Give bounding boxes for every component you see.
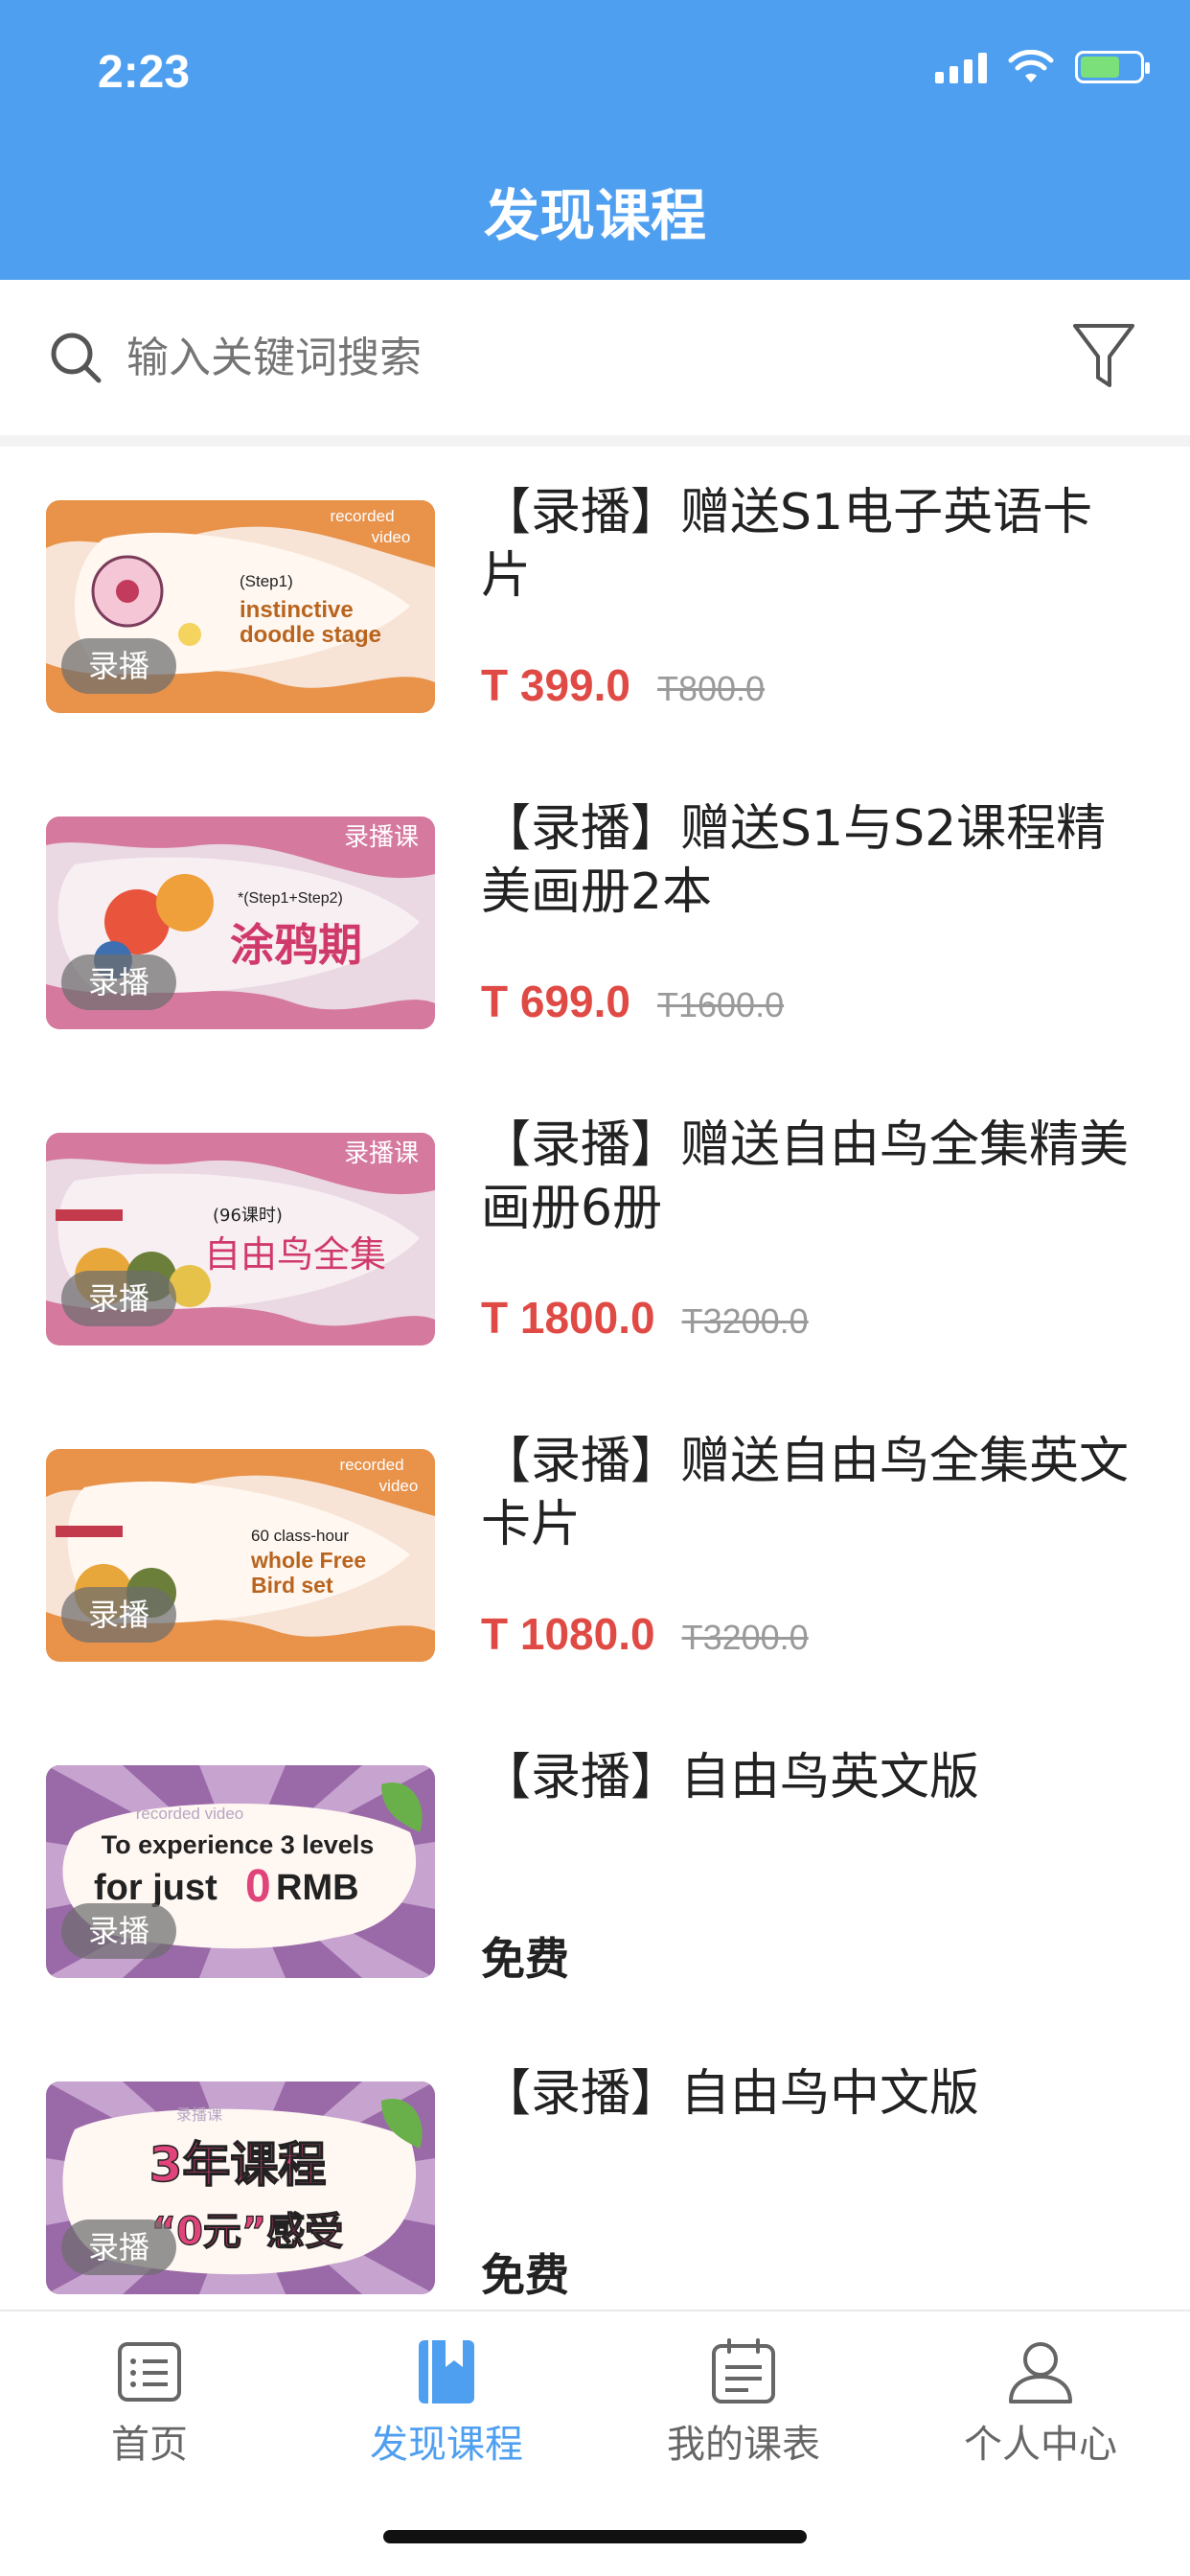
section-divider bbox=[0, 435, 1190, 447]
free-price: 免费 bbox=[481, 2249, 569, 2301]
thumb-text: RMB bbox=[276, 1868, 359, 1908]
course-thumbnail: 录播课 (96课时) 自由鸟全集 录播 bbox=[46, 1133, 435, 1346]
course-title: 【录播】自由鸟中文版 bbox=[481, 2065, 980, 2123]
original-price: T3200.0 bbox=[681, 1618, 809, 1657]
course-price: T 399.0 bbox=[481, 660, 630, 710]
recorded-badge: 录播 bbox=[61, 954, 176, 1010]
course-price: T 1080.0 bbox=[481, 1609, 655, 1659]
person-icon bbox=[1009, 2342, 1072, 2404]
cellular-signal-icon bbox=[935, 51, 987, 83]
thumb-text: 自由鸟全集 bbox=[204, 1233, 386, 1276]
tab-my-schedule[interactable]: 我的课表 bbox=[629, 2336, 858, 2469]
tab-discover-courses[interactable]: 发现课程 bbox=[332, 2336, 561, 2469]
tab-label: 我的课表 bbox=[667, 2423, 820, 2467]
thumb-text: 0 bbox=[245, 1861, 271, 1912]
recorded-badge: 录播 bbox=[61, 2220, 176, 2275]
thumb-text: (96课时) bbox=[213, 1206, 283, 1226]
thumb-text: doodle stage bbox=[240, 622, 381, 648]
course-price: T 1800.0 bbox=[481, 1293, 655, 1343]
home-indicator[interactable] bbox=[383, 2530, 807, 2543]
thumb-text: 3年课程 bbox=[149, 2137, 327, 2193]
bookmark-book-icon bbox=[419, 2340, 474, 2404]
original-price: T1600.0 bbox=[657, 985, 785, 1024]
course-item[interactable]: recorded video To experience 3 levels fo… bbox=[0, 1712, 1190, 2028]
thumb-text: recorded bbox=[330, 507, 394, 525]
original-price: T3200.0 bbox=[681, 1301, 809, 1341]
search-bar bbox=[0, 280, 1190, 435]
app-header: 2:23 发现课程 bbox=[0, 0, 1190, 280]
price-row: T 1080.0 T3200.0 bbox=[481, 1608, 809, 1660]
recorded-badge: 录播 bbox=[61, 638, 176, 694]
tab-home[interactable]: 首页 bbox=[34, 2336, 264, 2469]
thumb-text: 录播课 bbox=[176, 2105, 222, 2124]
list-icon bbox=[118, 2342, 181, 2402]
course-list[interactable]: recorded video (Step1) instinctive doodl… bbox=[0, 447, 1190, 2310]
thumb-text: Bird set bbox=[251, 1573, 333, 1598]
course-item[interactable]: recorded video 60 class-hour whole Free … bbox=[0, 1395, 1190, 1712]
course-title: 【录播】赠送S1与S2课程精美画册2本 bbox=[481, 800, 1107, 921]
price-row: 免费 bbox=[481, 2241, 569, 2304]
price-row: 免费 bbox=[481, 1924, 569, 1988]
course-item[interactable]: 录播课 3年课程 “0元”感受 录播 【录播】自由鸟中文版 免费 bbox=[0, 2028, 1190, 2310]
thumb-text: instinctive bbox=[240, 597, 354, 623]
thumb-text: 录播课 bbox=[344, 823, 419, 852]
recorded-badge: 录播 bbox=[61, 1271, 176, 1326]
course-title: 【录播】赠送自由鸟全集精美画册6册 bbox=[481, 1116, 1130, 1237]
thumb-text: “0元”感受 bbox=[151, 2210, 343, 2254]
course-thumbnail: 录播课 *(Step1+Step2) 涂鸦期 录播 bbox=[46, 816, 435, 1029]
course-thumbnail: recorded video To experience 3 levels fo… bbox=[46, 1765, 435, 1978]
clipboard-icon bbox=[712, 2338, 775, 2404]
thumb-text: video bbox=[379, 1477, 419, 1495]
thumb-text: for just bbox=[94, 1868, 217, 1908]
course-thumbnail: 录播课 3年课程 “0元”感受 录播 bbox=[46, 2082, 435, 2294]
course-item[interactable]: recorded video (Step1) instinctive doodl… bbox=[0, 447, 1190, 763]
thumb-text: 60 class-hour bbox=[251, 1527, 349, 1545]
thumb-text: (Step1) bbox=[240, 572, 293, 590]
thumb-text: recorded bbox=[339, 1456, 403, 1474]
original-price: T800.0 bbox=[657, 669, 766, 708]
thumb-text: whole Free bbox=[250, 1548, 366, 1573]
tab-label: 个人中心 bbox=[964, 2423, 1117, 2467]
thumb-text: 涂鸦期 bbox=[230, 919, 362, 971]
page-title: 发现课程 bbox=[483, 183, 706, 248]
thumb-text: video bbox=[372, 528, 411, 546]
course-thumbnail: recorded video 60 class-hour whole Free … bbox=[46, 1449, 435, 1662]
course-title: 【录播】自由鸟英文版 bbox=[481, 1749, 980, 1806]
status-time: 2:23 bbox=[98, 47, 191, 98]
tab-personal-center[interactable]: 个人中心 bbox=[926, 2336, 1156, 2469]
course-title: 【录播】赠送自由鸟全集英文卡片 bbox=[481, 1433, 1130, 1553]
course-item[interactable]: 录播课 *(Step1+Step2) 涂鸦期 录播 【录播】赠送S1与S2课程精… bbox=[0, 763, 1190, 1079]
free-price: 免费 bbox=[481, 1933, 569, 1985]
recorded-badge: 录播 bbox=[61, 1903, 176, 1959]
thumb-text: *(Step1+Step2) bbox=[238, 890, 343, 907]
thumb-text: 录播课 bbox=[344, 1139, 419, 1168]
recorded-badge: 录播 bbox=[61, 1587, 176, 1643]
search-input[interactable] bbox=[126, 322, 989, 393]
thumb-text: To experience 3 levels bbox=[102, 1830, 375, 1859]
price-row: T 1800.0 T3200.0 bbox=[481, 1292, 809, 1344]
course-price: T 699.0 bbox=[481, 977, 630, 1026]
price-row: T 699.0 T1600.0 bbox=[481, 976, 784, 1027]
price-row: T 399.0 T800.0 bbox=[481, 659, 765, 711]
filter-icon[interactable] bbox=[1069, 320, 1138, 393]
search-icon[interactable] bbox=[48, 330, 103, 385]
tab-label: 首页 bbox=[111, 2423, 188, 2467]
status-icons bbox=[935, 50, 1150, 84]
thumb-text: recorded video bbox=[136, 1805, 243, 1823]
battery-icon bbox=[1075, 51, 1150, 83]
course-thumbnail: recorded video (Step1) instinctive doodl… bbox=[46, 500, 435, 713]
wifi-icon bbox=[1008, 50, 1054, 82]
course-title: 【录播】赠送S1电子英语卡片 bbox=[481, 484, 1093, 605]
course-item[interactable]: 录播课 (96课时) 自由鸟全集 录播 【录播】赠送自由鸟全集精美画册6册 T … bbox=[0, 1079, 1190, 1395]
tab-label: 发现课程 bbox=[370, 2423, 523, 2467]
